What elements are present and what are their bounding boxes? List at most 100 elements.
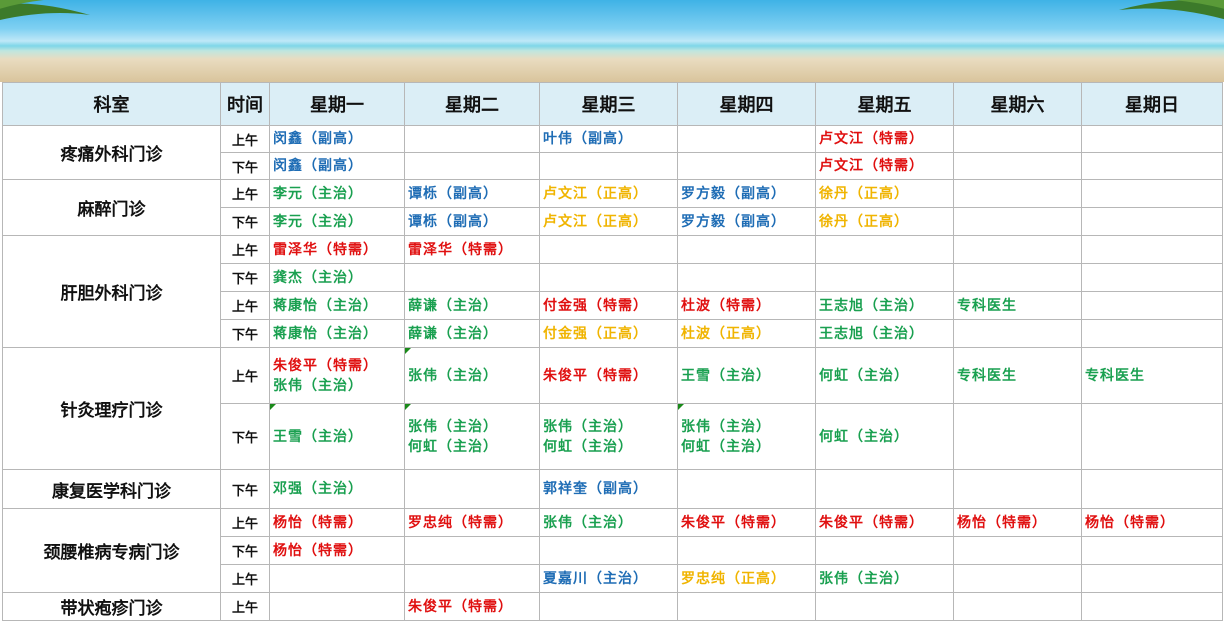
- time-cell[interactable]: 下午: [220, 469, 270, 509]
- time-cell[interactable]: 上午: [220, 235, 270, 264]
- time-cell[interactable]: 上午: [220, 564, 270, 593]
- time-cell[interactable]: 下午: [220, 319, 270, 348]
- dept-cell[interactable]: 肝胆外科门诊: [2, 235, 221, 348]
- schedule-cell[interactable]: 蒋康怡（主治）: [269, 291, 405, 320]
- schedule-cell[interactable]: [1081, 291, 1223, 320]
- schedule-cell[interactable]: 李元（主治）: [269, 179, 405, 208]
- schedule-cell[interactable]: 王志旭（主治）: [815, 319, 954, 348]
- schedule-cell[interactable]: 闵鑫（副高）: [269, 125, 405, 153]
- schedule-cell[interactable]: 夏嘉川（主治）: [539, 564, 678, 593]
- schedule-cell[interactable]: 薛谦（主治）: [404, 291, 540, 320]
- schedule-cell[interactable]: 朱俊平（特需） 张伟（主治）: [269, 347, 405, 404]
- schedule-cell[interactable]: 付金强（特需）: [539, 291, 678, 320]
- schedule-cell[interactable]: [404, 263, 540, 292]
- schedule-cell[interactable]: [1081, 592, 1223, 621]
- schedule-cell[interactable]: 杜波（特需）: [677, 291, 816, 320]
- schedule-cell[interactable]: [953, 125, 1082, 153]
- schedule-cell[interactable]: 杨怡（特需）: [269, 508, 405, 537]
- schedule-cell[interactable]: [1081, 564, 1223, 593]
- schedule-cell[interactable]: 叶伟（副高）: [539, 125, 678, 153]
- schedule-cell[interactable]: 朱俊平（特需）: [815, 508, 954, 537]
- schedule-cell[interactable]: [1081, 179, 1223, 208]
- dept-cell[interactable]: 康复医学科门诊: [2, 469, 221, 509]
- schedule-cell[interactable]: [1081, 207, 1223, 236]
- schedule-cell[interactable]: 卢文江（正高）: [539, 207, 678, 236]
- schedule-cell[interactable]: 张伟（主治）: [539, 508, 678, 537]
- dept-cell[interactable]: 颈腰椎病专病门诊: [2, 508, 221, 593]
- schedule-cell[interactable]: 卢文江（特需）: [815, 152, 954, 180]
- schedule-cell[interactable]: [677, 263, 816, 292]
- schedule-cell[interactable]: 王雪（主治）: [269, 403, 405, 470]
- schedule-cell[interactable]: [539, 152, 678, 180]
- schedule-cell[interactable]: 罗方毅（副高）: [677, 179, 816, 208]
- schedule-cell[interactable]: [1081, 319, 1223, 348]
- schedule-cell[interactable]: 付金强（正高）: [539, 319, 678, 348]
- time-cell[interactable]: 下午: [220, 263, 270, 292]
- schedule-cell[interactable]: [953, 263, 1082, 292]
- schedule-cell[interactable]: [953, 235, 1082, 264]
- time-cell[interactable]: 上午: [220, 125, 270, 153]
- schedule-cell[interactable]: 卢文江（正高）: [539, 179, 678, 208]
- schedule-cell[interactable]: [815, 235, 954, 264]
- dept-cell[interactable]: 带状疱疹门诊: [2, 592, 221, 621]
- schedule-cell[interactable]: [539, 235, 678, 264]
- schedule-cell[interactable]: [953, 179, 1082, 208]
- schedule-cell[interactable]: [677, 125, 816, 153]
- schedule-cell[interactable]: [404, 469, 540, 509]
- time-cell[interactable]: 下午: [220, 403, 270, 470]
- schedule-cell[interactable]: [953, 469, 1082, 509]
- schedule-cell[interactable]: 张伟（主治）: [404, 347, 540, 404]
- schedule-cell[interactable]: 雷泽华（特需）: [404, 235, 540, 264]
- schedule-cell[interactable]: [1081, 403, 1223, 470]
- schedule-cell[interactable]: [404, 125, 540, 153]
- schedule-cell[interactable]: [815, 536, 954, 565]
- time-cell[interactable]: 下午: [220, 207, 270, 236]
- schedule-cell[interactable]: [1081, 125, 1223, 153]
- schedule-cell[interactable]: [677, 152, 816, 180]
- schedule-cell[interactable]: 郭祥奎（副高）: [539, 469, 678, 509]
- time-cell[interactable]: 上午: [220, 592, 270, 621]
- schedule-cell[interactable]: 朱俊平（特需）: [539, 347, 678, 404]
- time-cell[interactable]: 下午: [220, 536, 270, 565]
- schedule-cell[interactable]: 罗忠纯（正高）: [677, 564, 816, 593]
- schedule-cell[interactable]: 专科医生: [953, 291, 1082, 320]
- schedule-cell[interactable]: 张伟（主治） 何虹（主治）: [539, 403, 678, 470]
- schedule-cell[interactable]: [404, 536, 540, 565]
- schedule-cell[interactable]: 朱俊平（特需）: [404, 592, 540, 621]
- schedule-cell[interactable]: [539, 592, 678, 621]
- schedule-cell[interactable]: 杨怡（特需）: [953, 508, 1082, 537]
- dept-cell[interactable]: 疼痛外科门诊: [2, 125, 221, 180]
- schedule-cell[interactable]: [953, 319, 1082, 348]
- time-cell[interactable]: 上午: [220, 508, 270, 537]
- schedule-cell[interactable]: 何虹（主治）: [815, 347, 954, 404]
- schedule-cell[interactable]: 李元（主治）: [269, 207, 405, 236]
- schedule-cell[interactable]: [815, 592, 954, 621]
- schedule-cell[interactable]: 专科医生: [1081, 347, 1223, 404]
- schedule-cell[interactable]: 罗方毅（副高）: [677, 207, 816, 236]
- schedule-cell[interactable]: 罗忠纯（特需）: [404, 508, 540, 537]
- schedule-cell[interactable]: 专科医生: [953, 347, 1082, 404]
- time-cell[interactable]: 上午: [220, 291, 270, 320]
- schedule-cell[interactable]: 蒋康怡（主治）: [269, 319, 405, 348]
- schedule-cell[interactable]: [677, 592, 816, 621]
- schedule-cell[interactable]: 邓强（主治）: [269, 469, 405, 509]
- schedule-cell[interactable]: [953, 152, 1082, 180]
- schedule-cell[interactable]: 王雪（主治）: [677, 347, 816, 404]
- schedule-cell[interactable]: [539, 263, 678, 292]
- schedule-cell[interactable]: [677, 536, 816, 565]
- schedule-cell[interactable]: [269, 564, 405, 593]
- schedule-cell[interactable]: 徐丹（正高）: [815, 179, 954, 208]
- schedule-cell[interactable]: [953, 564, 1082, 593]
- schedule-cell[interactable]: 徐丹（正高）: [815, 207, 954, 236]
- schedule-cell[interactable]: [269, 592, 405, 621]
- schedule-cell[interactable]: 闵鑫（副高）: [269, 152, 405, 180]
- schedule-cell[interactable]: [953, 403, 1082, 470]
- schedule-cell[interactable]: [677, 235, 816, 264]
- schedule-cell[interactable]: 卢文江（特需）: [815, 125, 954, 153]
- schedule-cell[interactable]: 张伟（主治） 何虹（主治）: [404, 403, 540, 470]
- schedule-cell[interactable]: [677, 469, 816, 509]
- schedule-cell[interactable]: 谭栎（副高）: [404, 207, 540, 236]
- schedule-cell[interactable]: [1081, 263, 1223, 292]
- dept-cell[interactable]: 针灸理疗门诊: [2, 347, 221, 470]
- schedule-cell[interactable]: 张伟（主治）: [815, 564, 954, 593]
